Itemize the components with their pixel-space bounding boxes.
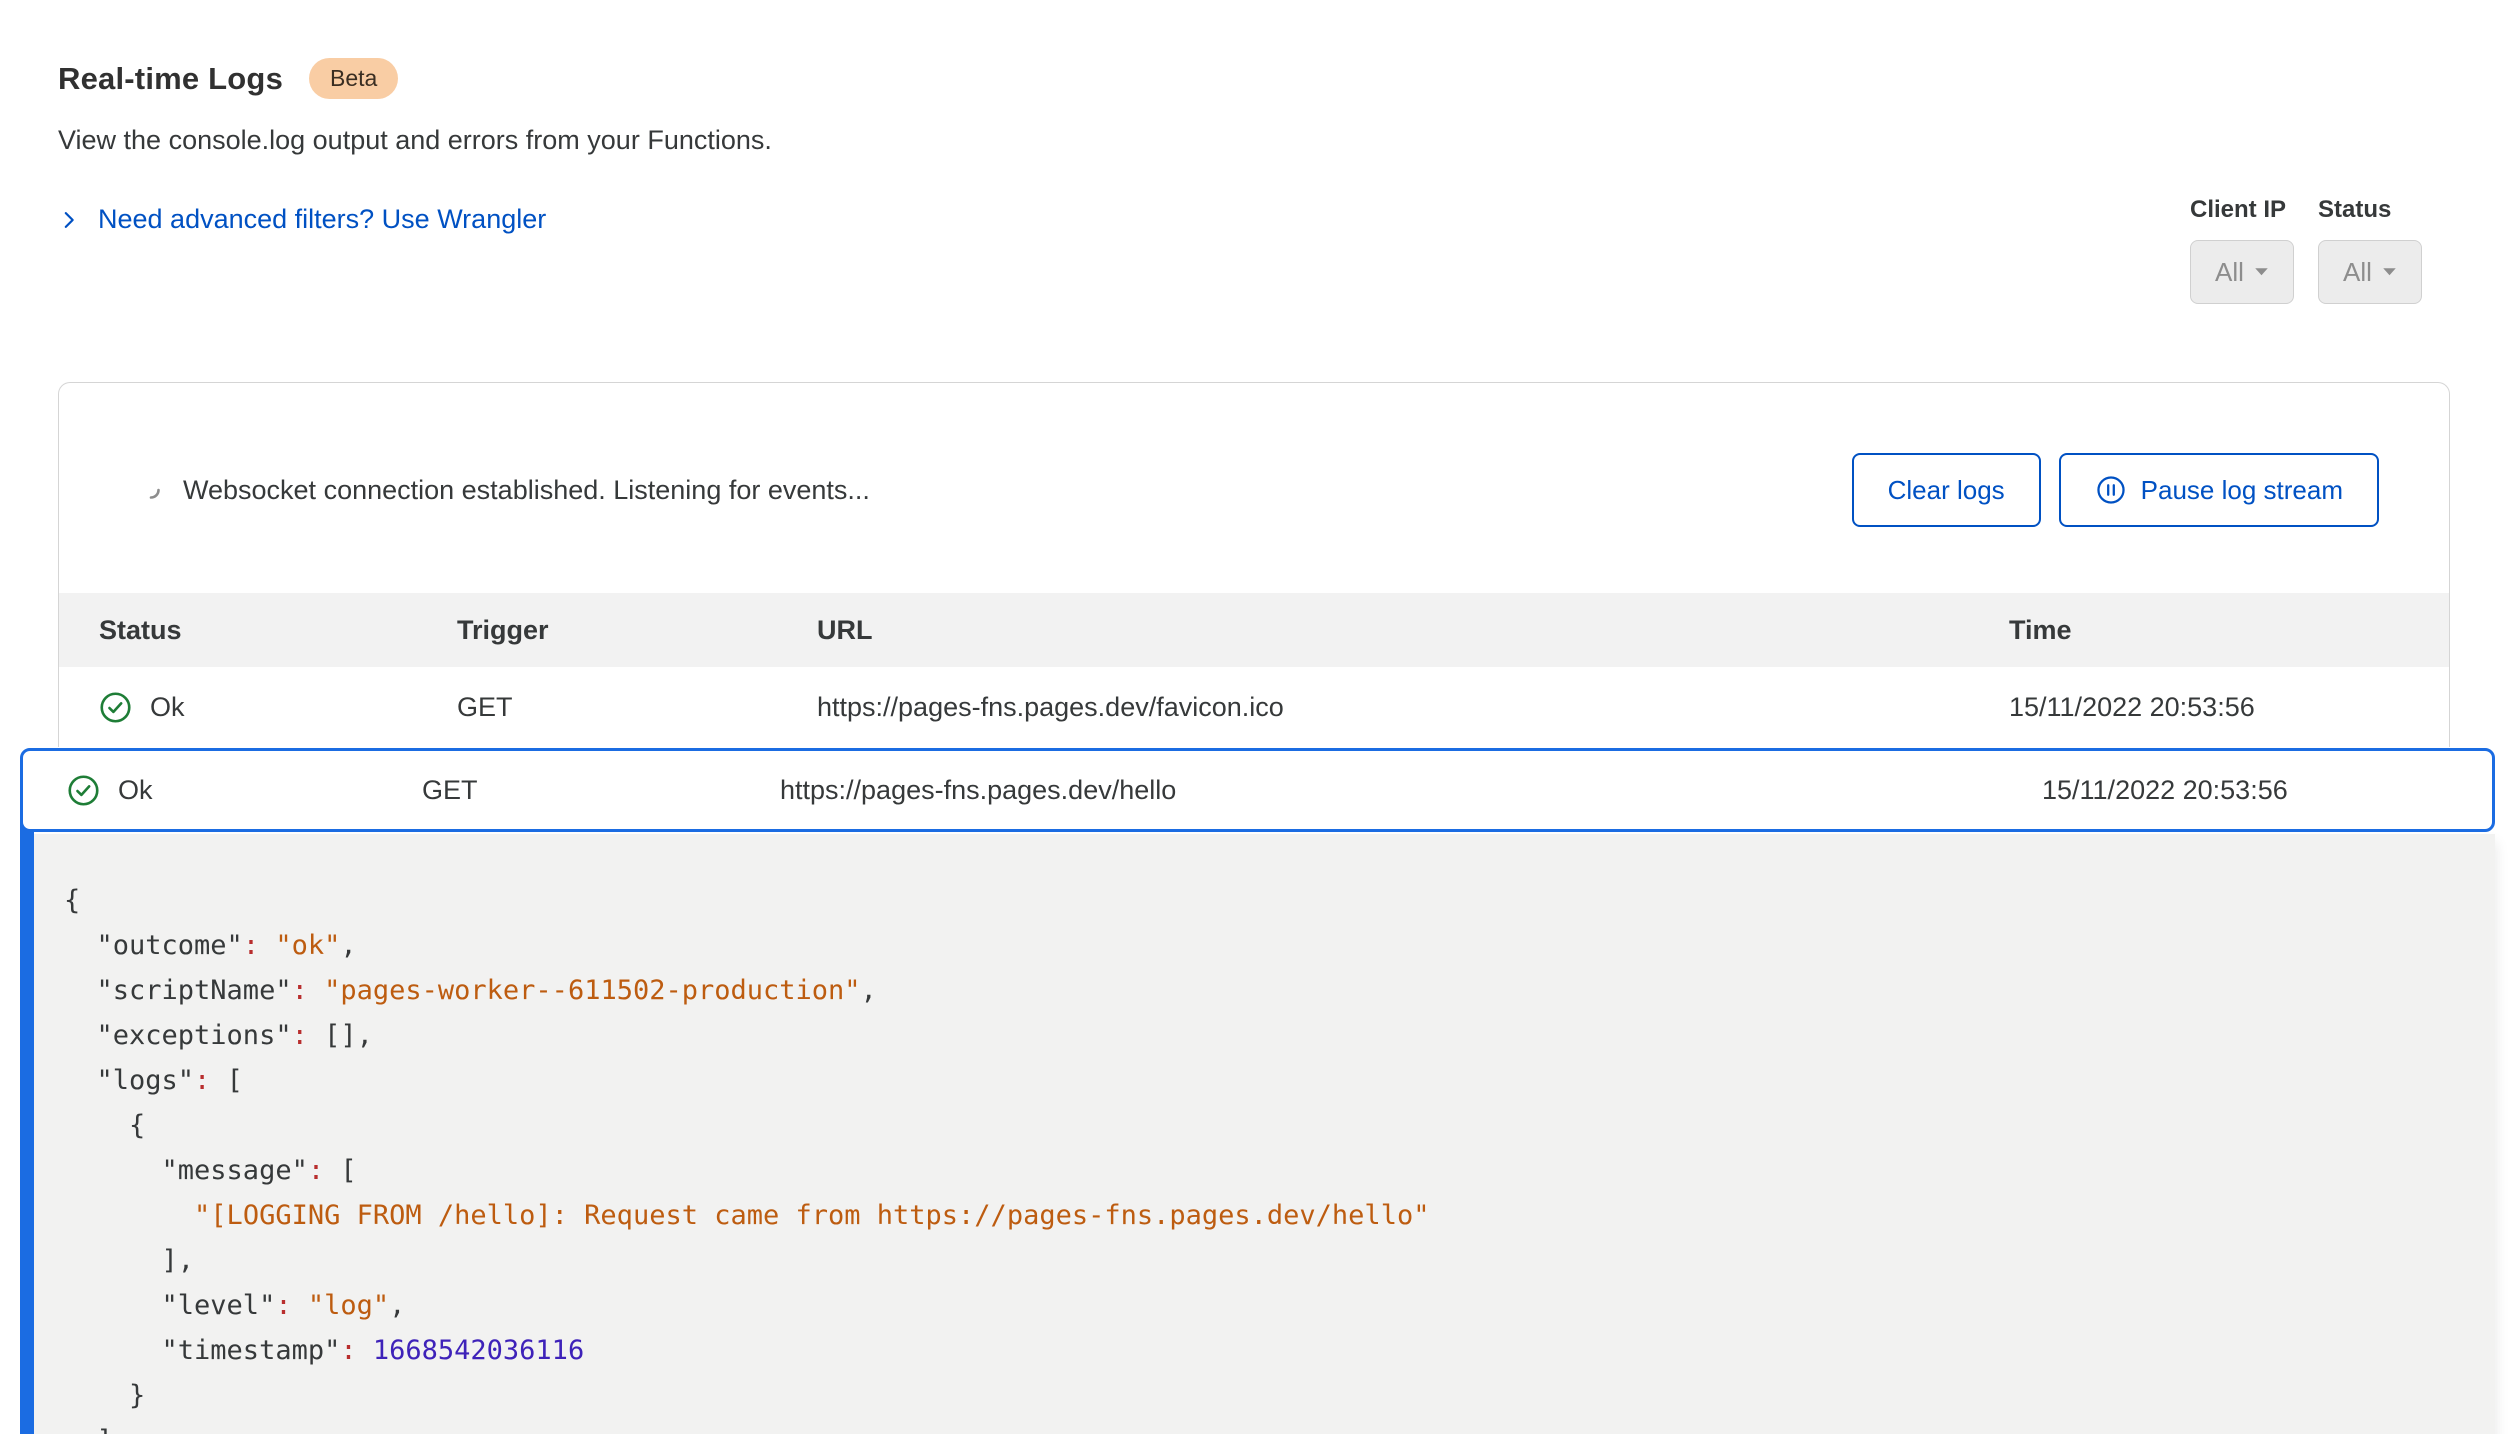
toolbar-actions: Clear logs Pause log stream — [1852, 453, 2379, 527]
client-ip-dropdown[interactable]: All — [2190, 240, 2294, 304]
status-filter: Status All — [2318, 196, 2422, 304]
column-header-url: URL — [817, 615, 2009, 646]
column-header-trigger: Trigger — [457, 615, 817, 646]
page-subtitle: View the console.log output and errors f… — [58, 125, 2450, 156]
row-status-cell: Ok — [99, 691, 457, 724]
wrangler-link-label: Need advanced filters? Use Wrangler — [98, 204, 546, 235]
row-status-cell: Ok — [67, 774, 422, 807]
pause-log-stream-label: Pause log stream — [2141, 475, 2343, 506]
column-header-time: Time — [2009, 615, 2449, 646]
row-trigger: GET — [457, 692, 817, 723]
pause-icon — [2095, 474, 2127, 506]
client-ip-value: All — [2215, 257, 2244, 288]
filters: Client IP All Status All — [2190, 196, 2422, 304]
caret-down-icon — [2254, 267, 2269, 277]
pause-log-stream-button[interactable]: Pause log stream — [2059, 453, 2379, 527]
client-ip-filter: Client IP All — [2190, 196, 2294, 304]
client-ip-label: Client IP — [2190, 196, 2286, 224]
status-label: Status — [2318, 196, 2391, 224]
logs-toolbar: Websocket connection established. Listen… — [59, 383, 2449, 593]
column-header-status: Status — [99, 615, 457, 646]
expanded-table-row[interactable]: Ok GET https://pages-fns.pages.dev/hello… — [20, 748, 2495, 832]
row-trigger: GET — [422, 775, 780, 806]
expanded-log-entry: Ok GET https://pages-fns.pages.dev/hello… — [20, 748, 2495, 1434]
row-time: 15/11/2022 20:53:56 — [2042, 775, 2492, 806]
clear-logs-button[interactable]: Clear logs — [1852, 453, 2041, 527]
logs-panel: Websocket connection established. Listen… — [58, 382, 2450, 747]
row-time: 15/11/2022 20:53:56 — [2009, 692, 2449, 723]
log-json-code: { "outcome": "ok", "scriptName": "pages-… — [64, 878, 2495, 1434]
row-url: https://pages-fns.pages.dev/hello — [780, 775, 2042, 806]
status-value: All — [2343, 257, 2372, 288]
page-header: Real-time Logs Beta — [58, 58, 2450, 99]
websocket-status: Websocket connection established. Listen… — [139, 475, 870, 506]
row-status-text: Ok — [118, 775, 153, 806]
row-url: https://pages-fns.pages.dev/favicon.ico — [817, 692, 2009, 723]
beta-badge: Beta — [309, 58, 398, 99]
wrangler-link[interactable]: Need advanced filters? Use Wrangler — [58, 204, 546, 235]
caret-down-icon — [2382, 267, 2397, 277]
spinner-icon — [139, 478, 163, 502]
table-header: Status Trigger URL Time — [59, 593, 2449, 667]
filter-row: Need advanced filters? Use Wrangler Clie… — [58, 196, 2450, 304]
table-row[interactable]: Ok GET https://pages-fns.pages.dev/favic… — [59, 667, 2449, 747]
status-dropdown[interactable]: All — [2318, 240, 2422, 304]
clear-logs-label: Clear logs — [1888, 475, 2005, 506]
realtime-logs-page: Real-time Logs Beta View the console.log… — [0, 58, 2508, 1434]
check-circle-icon — [67, 774, 100, 807]
websocket-status-text: Websocket connection established. Listen… — [183, 475, 870, 506]
page-title: Real-time Logs — [58, 61, 283, 97]
check-circle-icon — [99, 691, 132, 724]
row-status-text: Ok — [150, 692, 185, 723]
log-detail-panel: { "outcome": "ok", "scriptName": "pages-… — [34, 834, 2495, 1434]
chevron-right-icon — [58, 209, 80, 231]
